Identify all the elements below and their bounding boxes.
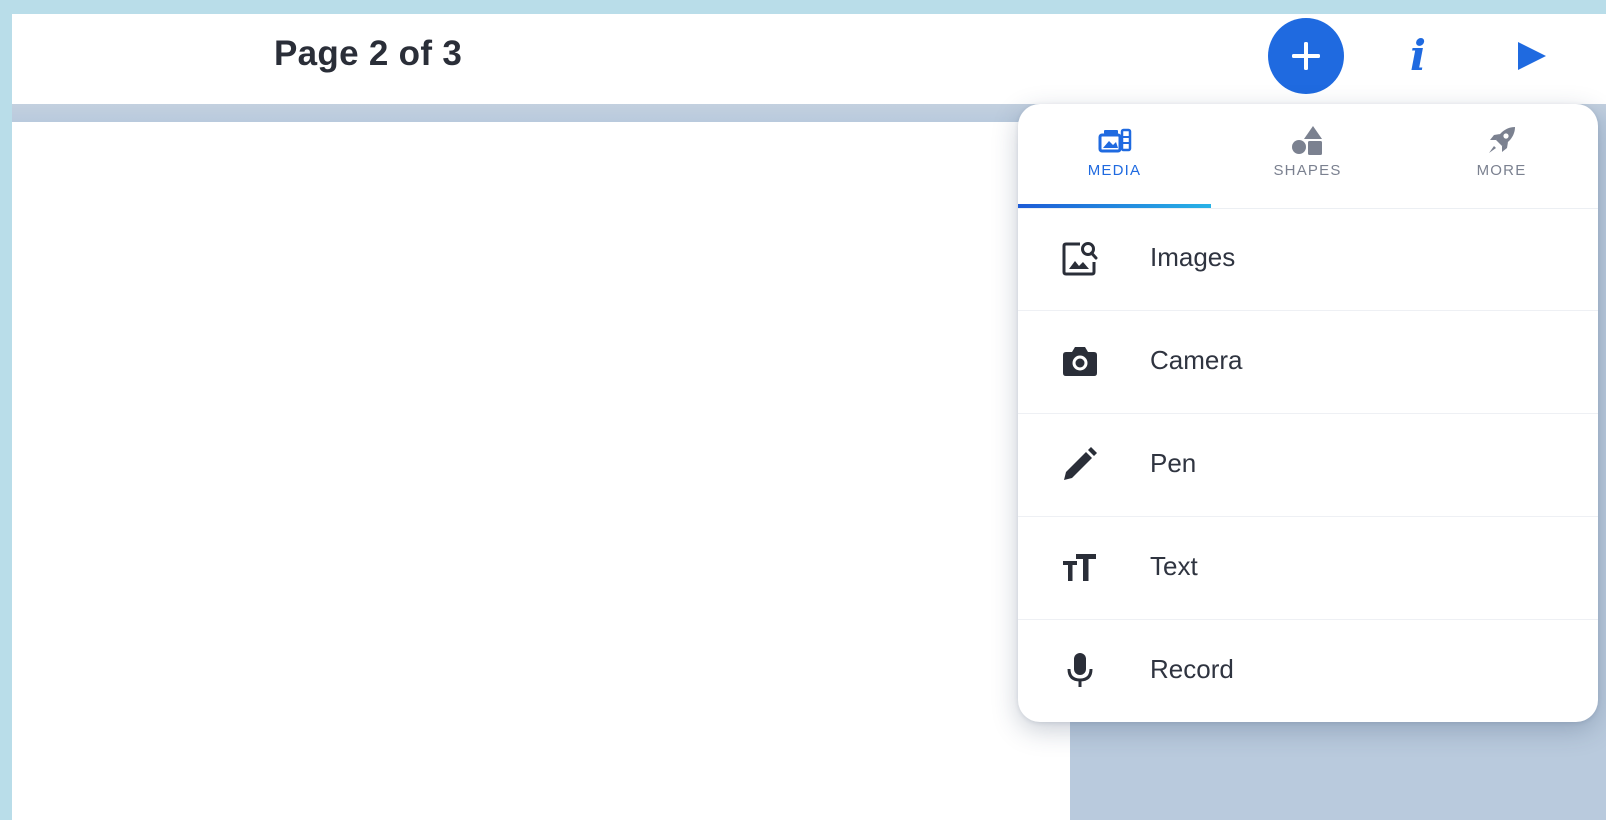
menu-item-camera[interactable]: Camera xyxy=(1018,311,1598,414)
pen-icon xyxy=(1064,447,1097,480)
menu-item-label: Record xyxy=(1150,654,1234,684)
play-icon xyxy=(1518,42,1546,70)
tab-media[interactable]: MEDIA xyxy=(1018,104,1211,208)
page-indicator: Page 2 of 3 xyxy=(274,34,463,73)
menu-item-label: Text xyxy=(1150,551,1198,581)
text-size-icon xyxy=(1063,554,1096,581)
tab-more[interactable]: MORE xyxy=(1405,104,1598,208)
top-toolbar: Page 2 of 3 i xyxy=(12,14,1606,104)
media-icon xyxy=(1098,128,1131,153)
tab-shapes-label: SHAPES xyxy=(1273,162,1342,179)
play-button[interactable] xyxy=(1508,32,1552,80)
rocket-icon xyxy=(1488,127,1515,153)
add-content-popup: MEDIA SHAPES MORE Images Camera Pen Text… xyxy=(1018,104,1598,722)
microphone-icon xyxy=(1067,653,1093,687)
media-item-list: Images Camera Pen Text Record xyxy=(1018,208,1598,722)
popup-tabs: MEDIA SHAPES MORE xyxy=(1018,104,1598,209)
menu-item-label: Camera xyxy=(1150,345,1243,375)
add-button[interactable] xyxy=(1268,18,1344,94)
shapes-icon xyxy=(1291,126,1322,155)
page-canvas[interactable] xyxy=(12,122,1070,820)
menu-item-text[interactable]: Text xyxy=(1018,517,1598,620)
menu-item-images[interactable]: Images xyxy=(1018,208,1598,311)
menu-item-label: Pen xyxy=(1150,448,1197,478)
tab-more-label: MORE xyxy=(1476,162,1527,179)
app-window: Page 2 of 3 i MEDIA SHAPES MORE Images C… xyxy=(12,14,1606,820)
tab-shapes[interactable]: SHAPES xyxy=(1211,104,1404,208)
plus-icon xyxy=(1292,42,1320,70)
menu-item-pen[interactable]: Pen xyxy=(1018,414,1598,517)
info-button[interactable]: i xyxy=(1398,26,1438,86)
image-search-icon xyxy=(1062,242,1098,276)
camera-icon xyxy=(1063,347,1097,376)
tab-media-label: MEDIA xyxy=(1087,162,1142,179)
menu-item-label: Images xyxy=(1150,242,1236,272)
menu-item-record[interactable]: Record xyxy=(1018,620,1598,722)
